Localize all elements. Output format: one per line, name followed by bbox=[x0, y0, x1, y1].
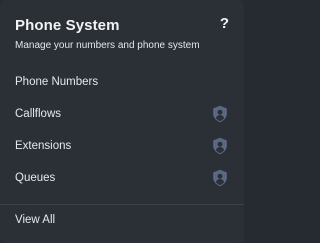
menu-item-label: Queues bbox=[15, 172, 56, 184]
menu-item-extensions[interactable]: Extensions bbox=[0, 130, 244, 162]
panel-header: Phone System Manage your numbers and pho… bbox=[0, 0, 244, 62]
view-all-link[interactable]: View All bbox=[15, 214, 55, 226]
phone-system-panel: Phone System Manage your numbers and pho… bbox=[0, 0, 244, 243]
admin-user-shield-icon bbox=[213, 169, 227, 187]
admin-user-shield-icon bbox=[213, 137, 227, 155]
phone-system-menu: Phone Numbers Callflows Extensions Queue… bbox=[0, 66, 244, 194]
menu-item-queues[interactable]: Queues bbox=[0, 162, 244, 194]
menu-item-callflows[interactable]: Callflows bbox=[0, 98, 244, 130]
panel-subtitle: Manage your numbers and phone system bbox=[15, 40, 200, 51]
menu-item-label: Callflows bbox=[15, 108, 62, 120]
panel-title: Phone System bbox=[15, 17, 120, 34]
menu-item-phone-numbers[interactable]: Phone Numbers bbox=[0, 66, 244, 98]
menu-item-label: Extensions bbox=[15, 140, 72, 152]
footer-divider bbox=[0, 204, 244, 205]
menu-item-label: Phone Numbers bbox=[15, 76, 99, 88]
help-button[interactable]: ? bbox=[220, 15, 229, 33]
admin-user-shield-icon bbox=[213, 105, 227, 123]
